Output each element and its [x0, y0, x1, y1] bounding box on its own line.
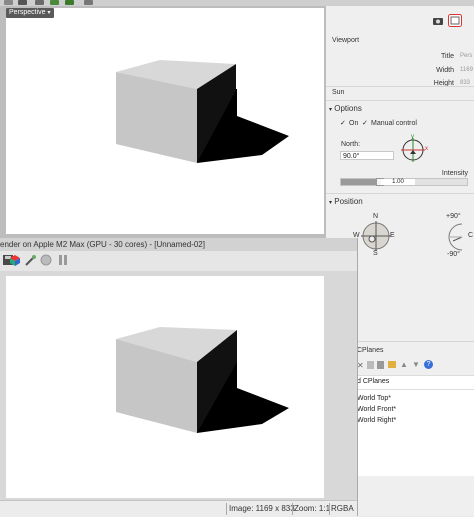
cplanes-list: d CPlanes World Top* World Front* World … [357, 375, 474, 476]
position-compass[interactable] [358, 218, 394, 254]
position-heading: Position [334, 197, 363, 206]
render-window-toolbar [0, 251, 357, 271]
cplane-item-world-front[interactable]: World Front* [357, 406, 396, 413]
render-icon[interactable] [40, 254, 52, 266]
cplane-item-world-top[interactable]: World Top* [357, 395, 391, 402]
pause-icon[interactable] [57, 254, 69, 266]
intensity-slider[interactable]: 1.00 [340, 178, 468, 186]
viewport-heading: Viewport [332, 37, 360, 44]
divider [326, 193, 474, 194]
cplanes-heading: CPlanes [357, 347, 384, 354]
divider [357, 341, 474, 342]
x-axis-label: x [425, 146, 428, 152]
cplane-item-world-right[interactable]: World Right* [357, 417, 396, 424]
status-format: RGBA [331, 504, 354, 513]
sun-heading: Sun [332, 89, 345, 96]
intensity-label: Intensity [441, 170, 468, 177]
compass-n: N [373, 213, 379, 220]
status-zoom: Zoom: 1:1 [294, 504, 331, 513]
altitude-max: +90° [446, 213, 461, 220]
status-divider [329, 503, 330, 515]
help-icon[interactable]: ? [424, 360, 433, 369]
options-section[interactable]: ▾ Options [329, 104, 362, 113]
render-statusbar: Image: 1169 x 833 Zoom: 1:1 RGBA [0, 500, 357, 517]
camera-icon[interactable] [432, 16, 444, 26]
cplanes-toolbar: ✕ ▲ ▼ ? [357, 360, 474, 372]
width-label: Width [436, 67, 454, 74]
on-checkbox[interactable]: ✓ [340, 120, 347, 127]
render-window-title[interactable]: ender on Apple M2 Max (GPU - 30 cores) -… [0, 238, 357, 251]
toolbar-icon[interactable] [18, 0, 27, 5]
on-label: On [349, 120, 359, 127]
north-label: North: [341, 141, 361, 148]
render-scene [116, 327, 289, 433]
move-up-icon[interactable]: ▲ [400, 360, 408, 369]
cplanes-list-header: d CPlanes [357, 378, 474, 390]
toolbar-icon[interactable] [4, 0, 13, 5]
delete-icon[interactable]: ✕ [357, 361, 364, 370]
perspective-viewport[interactable] [6, 8, 324, 234]
status-divider [226, 503, 227, 515]
post-effects-icon[interactable] [25, 254, 37, 266]
render-canvas[interactable] [6, 276, 324, 498]
copy-icon[interactable] [367, 361, 374, 369]
status-divider [292, 503, 293, 515]
move-down-icon[interactable]: ▼ [412, 360, 420, 369]
status-image-size: Image: 1169 x 833 [229, 504, 295, 513]
intensity-slider-fill [341, 179, 376, 185]
color-cube-icon[interactable] [9, 254, 21, 266]
chevron-down-icon: ▾ [47, 10, 51, 16]
width-value[interactable]: 1169 [460, 67, 473, 73]
viewport-label-text: Perspective [9, 9, 46, 16]
divider [326, 100, 474, 101]
chevron-down-icon: ▾ [329, 107, 333, 113]
chevron-down-icon: ▾ [329, 200, 333, 206]
folder-icon[interactable] [388, 361, 396, 368]
manual-control-checkbox[interactable]: ✓ [362, 120, 369, 127]
viewport-props-icon[interactable] [448, 14, 462, 27]
viewport-scene [116, 60, 289, 163]
compass-e: E [390, 232, 395, 239]
toolbar-icon[interactable] [35, 0, 44, 5]
title-label: Title [441, 53, 454, 60]
altitude-min: -90° [447, 251, 460, 258]
position-section[interactable]: ▾ Position [329, 197, 363, 206]
render-window: ender on Apple M2 Max (GPU - 30 cores) -… [0, 238, 358, 517]
manual-control-label: Manual control [371, 120, 417, 127]
toolbar-icon[interactable] [65, 0, 74, 5]
toolbar-icon[interactable] [84, 0, 93, 5]
north-input[interactable]: 90.0° [340, 151, 394, 160]
viewport-label[interactable]: Perspective ▾ [6, 8, 54, 18]
divider [326, 86, 474, 87]
y-axis-label: y [411, 134, 414, 140]
paste-icon[interactable] [377, 361, 384, 369]
toolbar-icon[interactable] [50, 0, 59, 5]
options-heading: Options [334, 104, 362, 113]
compass-s: S [373, 250, 378, 257]
altitude-c: C [468, 232, 474, 239]
title-value[interactable]: Pers [460, 53, 472, 59]
intensity-value: 1.00 [381, 179, 415, 185]
